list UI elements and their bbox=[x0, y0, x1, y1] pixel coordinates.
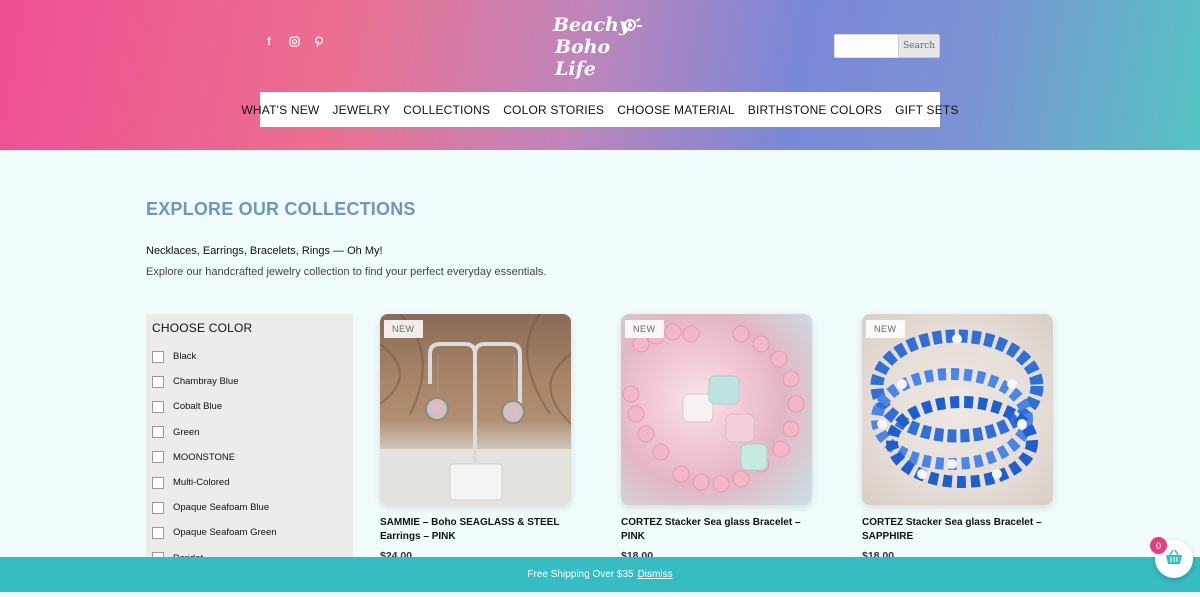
filter-option-label: Multi-Colored bbox=[173, 477, 230, 489]
nav-item-gift-sets[interactable]: GIFT SETS bbox=[895, 103, 959, 117]
filter-option[interactable]: Green bbox=[152, 420, 347, 445]
checkbox[interactable] bbox=[152, 526, 164, 539]
filter-option-label: Cobalt Blue bbox=[173, 401, 223, 413]
filter-option[interactable]: Chambray Blue bbox=[152, 369, 347, 394]
banner-text: Free Shipping Over $35 bbox=[527, 569, 634, 580]
product-card: NEW CORTEZ Stacker Sea glass Bracelet – … bbox=[862, 314, 1054, 562]
site-logo[interactable]: Beachy Boho Life bbox=[553, 14, 653, 80]
page-title: EXPLORE OUR COLLECTIONS bbox=[146, 199, 416, 219]
color-filter-panel: CHOOSE COLOR Black Chambray Blue Cobalt … bbox=[146, 314, 353, 565]
product-card: NEW SAMMIE – Boho SEAGLASS & STEEL Earri… bbox=[380, 314, 572, 562]
search-form: Search bbox=[834, 34, 940, 58]
pinterest-icon[interactable] bbox=[313, 36, 325, 50]
filter-option[interactable]: Black bbox=[152, 344, 347, 369]
filter-title: CHOOSE COLOR bbox=[152, 321, 253, 335]
filter-option-label: MOONSTONE bbox=[173, 451, 236, 463]
product-card: NEW CORTEZ Stacker Sea glass Bracelet – … bbox=[621, 314, 813, 562]
nav-item-jewelry[interactable]: JEWELRY bbox=[332, 103, 390, 117]
facebook-icon[interactable]: f bbox=[263, 36, 275, 50]
page-subtitle: Necklaces, Earrings, Bracelets, Rings — … bbox=[146, 245, 383, 257]
product-image[interactable]: NEW bbox=[380, 314, 571, 505]
checkbox[interactable] bbox=[152, 350, 164, 363]
new-badge: NEW bbox=[625, 320, 664, 338]
filter-option-label: Opaque Seafoam Green bbox=[173, 527, 277, 539]
checkbox[interactable] bbox=[152, 426, 164, 439]
product-image[interactable]: NEW bbox=[862, 314, 1053, 505]
product-name[interactable]: CORTEZ Stacker Sea glass Bracelet – PINK bbox=[621, 516, 813, 543]
nav-item-choose-material[interactable]: CHOOSE MATERIAL bbox=[617, 103, 734, 117]
product-image[interactable]: NEW bbox=[621, 314, 812, 505]
site-header: f Beachy Boho Life Search WHAT'S NEW JEW… bbox=[0, 0, 1200, 150]
nav-item-birthstone-colors[interactable]: BIRTHSTONE COLORS bbox=[748, 103, 882, 117]
cart-count-badge: 0 bbox=[1150, 537, 1167, 554]
filter-option-label: Opaque Seafoam Blue bbox=[173, 502, 270, 514]
checkbox[interactable] bbox=[152, 476, 164, 489]
nav-item-whats-new[interactable]: WHAT'S NEW bbox=[241, 103, 319, 117]
product-name[interactable]: CORTEZ Stacker Sea glass Bracelet – SAPP… bbox=[862, 516, 1054, 543]
instagram-icon[interactable] bbox=[288, 36, 300, 50]
logo-line2: Boho Life bbox=[555, 36, 611, 80]
filter-option-label: Black bbox=[173, 351, 197, 363]
new-badge: NEW bbox=[384, 320, 423, 338]
social-links: f bbox=[263, 36, 325, 50]
checkbox[interactable] bbox=[152, 375, 164, 388]
checkbox[interactable] bbox=[152, 400, 164, 413]
search-button[interactable]: Search bbox=[898, 34, 940, 58]
filter-option[interactable]: Cobalt Blue bbox=[152, 394, 347, 419]
checkbox[interactable] bbox=[152, 451, 164, 464]
dismiss-link[interactable]: Dismiss bbox=[638, 569, 673, 580]
main-nav: WHAT'S NEW JEWELRY COLLECTIONS COLOR STO… bbox=[241, 92, 958, 127]
search-input[interactable] bbox=[834, 34, 898, 58]
filter-option[interactable]: Opaque Seafoam Green bbox=[152, 520, 347, 545]
new-badge: NEW bbox=[866, 320, 905, 338]
filter-option-label: Chambray Blue bbox=[173, 376, 239, 388]
checkbox[interactable] bbox=[152, 501, 164, 514]
page-description: Explore our handcrafted jewelry collecti… bbox=[146, 266, 547, 278]
filter-option[interactable]: Multi-Colored bbox=[152, 470, 347, 495]
filter-option[interactable]: Opaque Seafoam Blue bbox=[152, 495, 347, 520]
nav-item-color-stories[interactable]: COLOR STORIES bbox=[503, 103, 604, 117]
nav-item-collections[interactable]: COLLECTIONS bbox=[403, 103, 490, 117]
product-name[interactable]: SAMMIE – Boho SEAGLASS & STEEL Earrings … bbox=[380, 516, 572, 543]
filter-option-label: Green bbox=[173, 426, 200, 438]
filter-option[interactable]: MOONSTONE bbox=[152, 445, 347, 470]
shipping-banner: Free Shipping Over $35 Dismiss bbox=[0, 557, 1200, 592]
sun-icon bbox=[623, 16, 645, 40]
basket-icon bbox=[1164, 548, 1184, 571]
